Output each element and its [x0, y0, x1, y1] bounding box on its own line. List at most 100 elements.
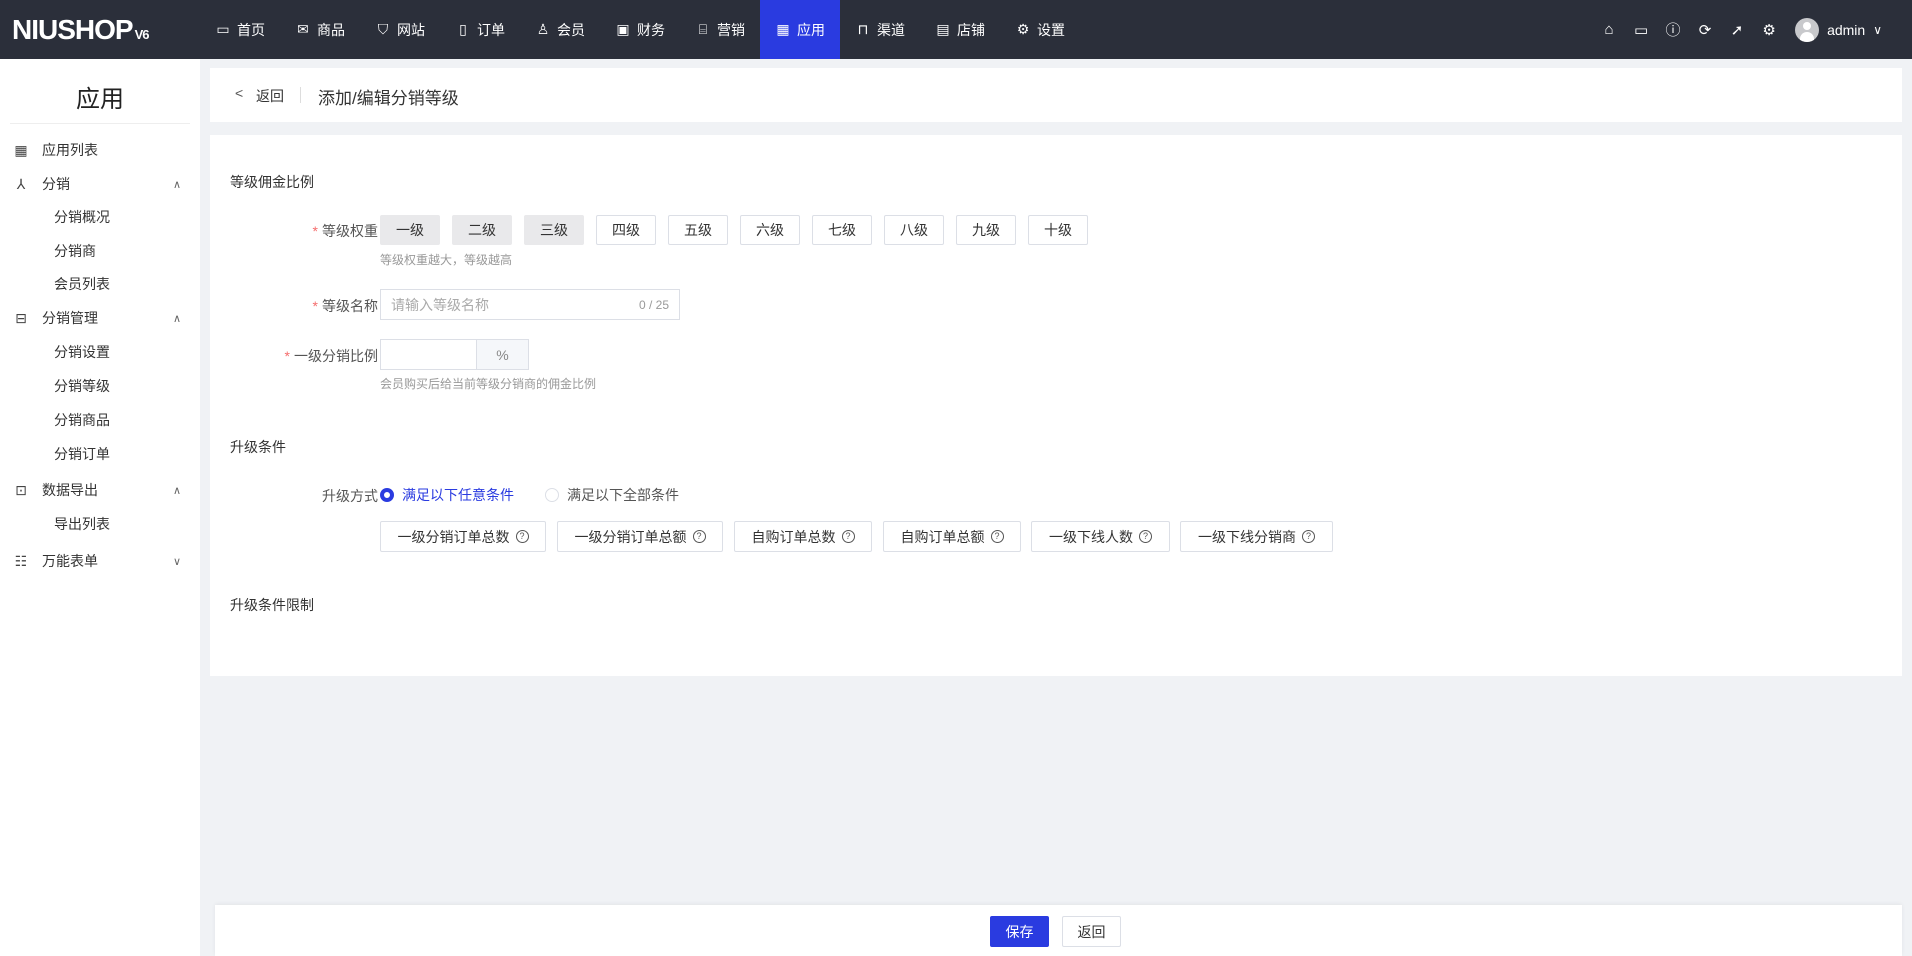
sidebar-item[interactable]: ⊟ 分销管理 ∧	[0, 301, 200, 335]
weight-hint: 等级权重越大，等级越高	[380, 253, 513, 267]
nav-item[interactable]: ⌸ 营销	[680, 0, 760, 59]
top-nav: ▭ 首页 ✉ 商品 ⛉ 网站 ▯ 订单 ♙ 会员 ▣ 财务 ⌸ 营销 ▦ 应用 ⊓ 渠道 ▤ 店铺 ⚙ 设置	[200, 0, 1080, 59]
gear-icon: ⚙	[1016, 21, 1030, 37]
condition-button[interactable]: 一级分销订单总额?	[557, 521, 723, 552]
nav-item[interactable]: ✉ 商品	[280, 0, 360, 59]
store-icon[interactable]: ⌂	[1593, 21, 1625, 38]
finance-icon: ▣	[616, 21, 630, 37]
help-icon[interactable]: ?	[515, 530, 529, 543]
radio-all[interactable]: 满足以下全部条件	[545, 485, 679, 505]
sidebar-item[interactable]: ⊡ 数据导出 ∧	[0, 473, 200, 507]
level-form: 等级佣金比例 * 等级权重 一级 二级 三级 四级 五级 六级 七级 八级 九级 十级 等级权重越大…	[210, 135, 1902, 676]
condition-button[interactable]: 一级分销订单总数?	[380, 521, 546, 552]
sidebar-item[interactable]: 分销订单	[0, 437, 200, 471]
sidebar-item[interactable]: 分销商品	[0, 403, 200, 437]
sidebar-item[interactable]: 分销商	[0, 234, 200, 268]
chevron-up-icon[interactable]: ∧	[173, 178, 181, 191]
monitor-icon: ▭	[216, 21, 230, 37]
save-button[interactable]: 保存	[990, 916, 1049, 947]
sidebar-item[interactable]: 分销概况	[0, 200, 200, 234]
menu-icon: ⊟	[15, 309, 27, 326]
sidebar-title: 应用	[76, 86, 124, 113]
channel-icon: ⊓	[857, 21, 869, 37]
level-button[interactable]: 六级	[740, 215, 800, 245]
sidebar-item[interactable]: 分销等级	[0, 369, 200, 403]
back-link[interactable]: 返回	[256, 86, 284, 106]
section-title: 升级条件限制	[230, 597, 314, 613]
level-button[interactable]: 一级	[380, 215, 440, 245]
back-button[interactable]: 返回	[1062, 916, 1121, 947]
level-button[interactable]: 二级	[452, 215, 512, 245]
level-button[interactable]: 八级	[884, 215, 944, 245]
divider	[300, 87, 301, 103]
help-icon[interactable]: ?	[990, 530, 1004, 543]
nav-item[interactable]: ⛉ 网站	[360, 0, 440, 59]
help-icon[interactable]: ?	[1139, 530, 1152, 543]
condition-button[interactable]: 自购订单总数?	[734, 521, 872, 552]
level-button[interactable]: 三级	[524, 215, 584, 245]
nav-item[interactable]: ♙ 会员	[520, 0, 600, 59]
website-icon: ⛉	[377, 21, 389, 37]
menu-icon: ☷	[14, 552, 28, 569]
member-icon: ♙	[536, 21, 550, 37]
section-title: 等级佣金比例	[230, 174, 314, 190]
refresh-icon[interactable]: ⟳	[1689, 21, 1721, 39]
avatar[interactable]	[1795, 17, 1820, 42]
help-icon[interactable]: ?	[1302, 530, 1315, 543]
ratio-input[interactable]	[380, 339, 477, 370]
menu-icon: ▦	[14, 141, 28, 158]
user-name[interactable]: admin	[1827, 22, 1865, 38]
nav-item[interactable]: ▯ 订单	[440, 0, 520, 59]
message-icon[interactable]: ▭	[1625, 21, 1657, 39]
logo[interactable]: NIUSHOP V6	[12, 14, 149, 46]
section-title: 升级条件	[230, 439, 286, 455]
help-icon[interactable]: ?	[841, 530, 855, 543]
level-button[interactable]: 七级	[812, 215, 872, 245]
level-button[interactable]: 十级	[1028, 215, 1088, 245]
level-name-input[interactable]: 请输入等级名称 0 / 25	[380, 289, 680, 320]
level-button[interactable]: 九级	[956, 215, 1016, 245]
nav-item[interactable]: ⚙ 设置	[1000, 0, 1080, 59]
upgrade-label: 升级方式	[322, 488, 378, 504]
rocket-icon[interactable]: ➚	[1721, 21, 1753, 39]
chevron-down-icon[interactable]: ∨	[1873, 23, 1882, 37]
marketing-icon: ⌸	[698, 21, 708, 37]
footer-bar: 保存 返回	[215, 905, 1902, 956]
help-icon[interactable]: ?	[692, 530, 706, 543]
gear-icon[interactable]: ⚙	[1753, 21, 1785, 39]
sidebar-item[interactable]: ⅄ 分销 ∧	[0, 167, 200, 201]
divider	[10, 123, 190, 124]
order-icon: ▯	[459, 21, 467, 37]
sidebar-item[interactable]: 分销设置	[0, 335, 200, 369]
ratio-label: * 一级分销比例	[284, 348, 378, 364]
sidebar-item[interactable]: ▦ 应用列表	[0, 133, 200, 167]
nav-item[interactable]: ⊓ 渠道	[840, 0, 920, 59]
percent-addon: %	[477, 339, 529, 370]
sidebar-item[interactable]: ☷ 万能表单 ∨	[0, 544, 200, 578]
condition-button[interactable]: 自购订单总额?	[883, 521, 1021, 552]
sidebar-item[interactable]: 会员列表	[0, 267, 200, 301]
sidebar-item[interactable]: 导出列表	[0, 507, 200, 541]
level-button[interactable]: 五级	[668, 215, 728, 245]
condition-button[interactable]: 一级下线分销商?	[1180, 521, 1333, 552]
radio-any[interactable]: 满足以下任意条件	[380, 485, 514, 505]
top-bar: NIUSHOP V6 ▭ 首页 ✉ 商品 ⛉ 网站 ▯ 订单 ♙ 会员 ▣ 财务 ⌸ 营销 ▦ 应用 ⊓ 渠道 ▤ 店铺…	[0, 0, 1912, 59]
sidebar: 应用 ▦ 应用列表 ⅄ 分销 ∧ 分销概况 分销商 会员列表 ⊟ 分销管理 ∧ 分销设置 分销等级 分销商…	[0, 59, 200, 956]
app-icon: ▦	[776, 21, 790, 37]
weight-label: * 等级权重	[312, 223, 378, 239]
page-title: 添加/编辑分销等级	[318, 89, 459, 108]
menu-icon: ⊡	[15, 481, 27, 498]
ratio-hint: 会员购买后给当前等级分销商的佣金比例	[380, 377, 597, 391]
goods-icon: ✉	[297, 21, 309, 37]
chevron-down-icon[interactable]: ∨	[173, 555, 181, 568]
chevron-left-icon[interactable]: <	[235, 85, 243, 101]
menu-icon: ⅄	[16, 175, 26, 192]
nav-item[interactable]: ▣ 财务	[600, 0, 680, 59]
radio-unchecked-icon	[545, 488, 559, 502]
info-icon[interactable]: ⓘ	[1657, 19, 1689, 40]
nav-item[interactable]: ▦ 应用	[760, 0, 840, 59]
nav-item[interactable]: ▤ 店铺	[920, 0, 1000, 59]
condition-button[interactable]: 一级下线人数?	[1031, 521, 1170, 552]
nav-item[interactable]: ▭ 首页	[200, 0, 280, 59]
level-button[interactable]: 四级	[596, 215, 656, 245]
